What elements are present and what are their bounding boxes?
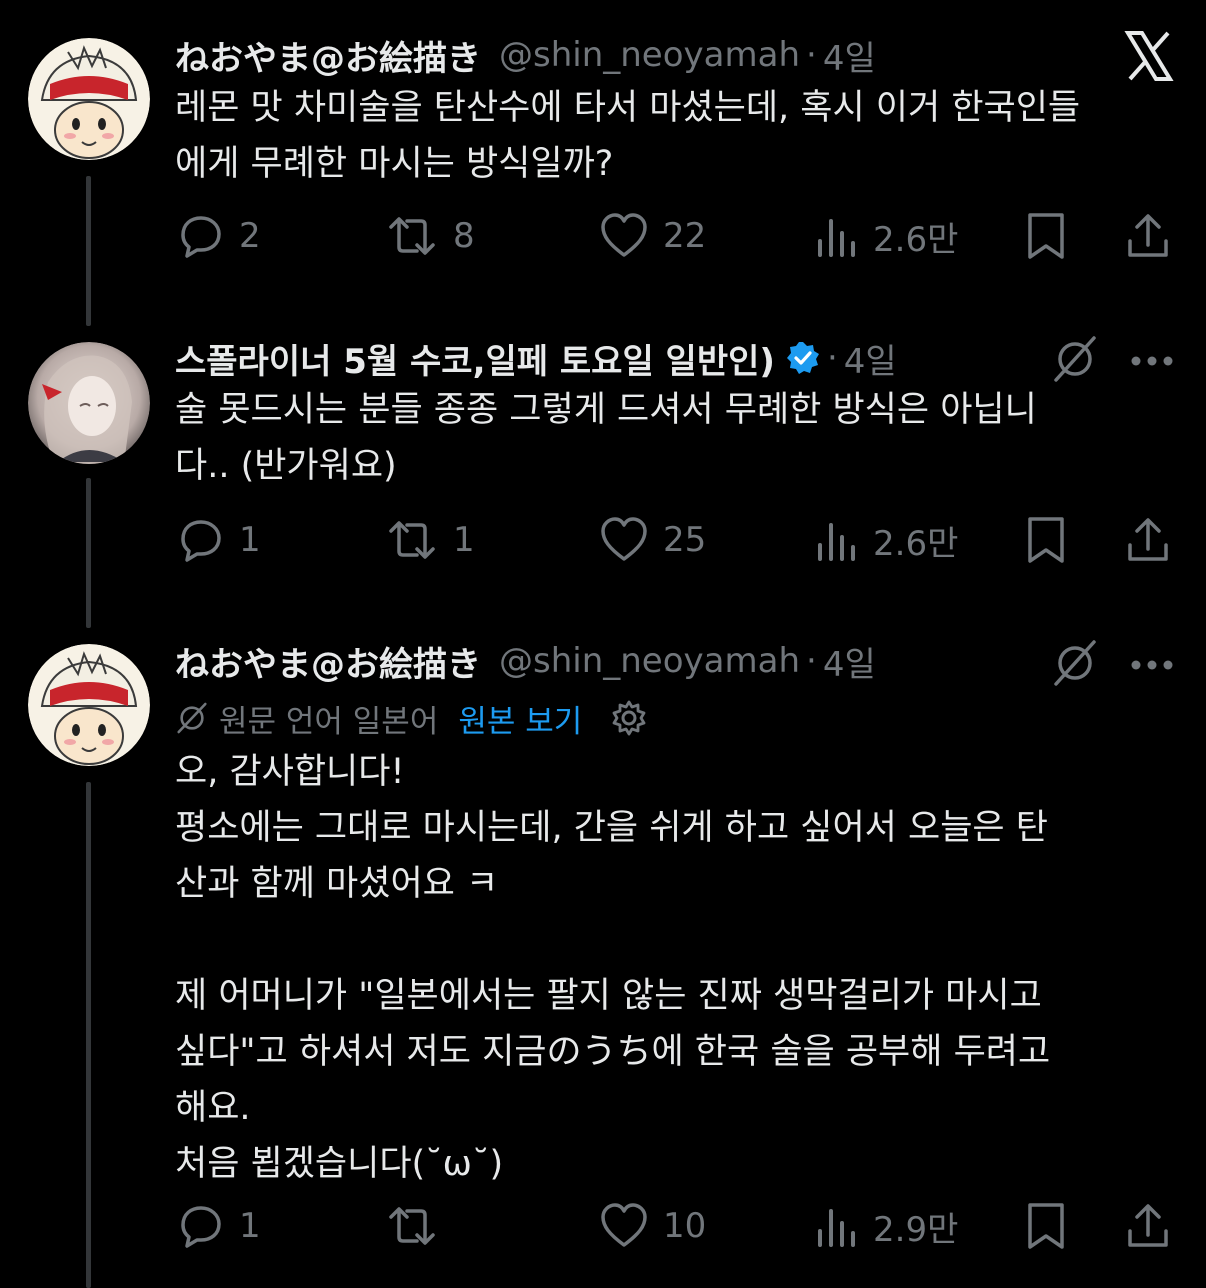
repost-button[interactable]: 1 [385,512,475,568]
views-button[interactable]: 2.9만 [815,1198,958,1254]
reply-icon [181,520,221,562]
reply-count: 1 [239,520,261,560]
like-count: 10 [663,1206,707,1246]
repost-count: 8 [453,216,475,256]
like-icon [601,213,647,257]
translation-notice: 원문 언어 일본어 원본 보기 [175,696,648,741]
thread-line [86,176,91,326]
like-icon [601,517,647,561]
translate-icon [177,702,207,734]
reply-button[interactable]: 1 [175,512,261,568]
share-icon [1128,214,1168,257]
like-icon [601,1203,647,1247]
reply-count: 1 [239,1206,261,1246]
separator: · [806,641,817,681]
thread-line [86,478,91,628]
more-icon[interactable] [1130,656,1174,675]
share-button[interactable] [1125,208,1171,264]
repost-icon [389,217,435,255]
bookmark-icon [1028,1203,1064,1249]
tweet-text: 레몬 맛 차미술을 탄산수에 타서 마셨는데, 혹시 이거 한국인들 에게 무례… [175,88,1081,184]
grok-icon[interactable] [1052,640,1098,690]
like-button[interactable]: 22 [599,208,706,264]
reply-button[interactable]: 1 [175,1198,261,1254]
gear-icon[interactable] [610,699,648,737]
separator: · [826,338,838,378]
repost-icon [389,521,435,559]
avatar[interactable] [28,644,150,766]
reply-icon [181,216,221,258]
tweet-text: 오, 감사합니다! 평소에는 그대로 마시는데, 간을 쉬게 하고 싶어서 오늘… [175,752,1051,1184]
like-button[interactable]: 25 [599,512,706,568]
like-button[interactable]: 10 [599,1198,706,1254]
reply-count: 2 [239,216,261,256]
like-count: 25 [663,520,707,560]
bookmark-button[interactable] [1025,1198,1067,1254]
user-handle[interactable]: @shin_neoyamah [499,641,800,681]
bookmark-icon [1028,517,1064,563]
action-bar: 1 1 25 2.6만 [175,512,1175,568]
share-icon [1128,1204,1168,1247]
bookmark-button[interactable] [1025,512,1067,568]
repost-button[interactable] [385,1198,453,1254]
tweet-header: ねおやま@お絵描き @shin_neoyamah · 4일 [175,31,876,80]
timestamp[interactable]: 4일 [823,31,876,80]
thread-line [86,782,91,1288]
action-bar: 2 8 22 2.6만 [175,208,1175,264]
bookmark-button[interactable] [1025,208,1067,264]
timestamp[interactable]: 4일 [844,334,897,383]
x-logo-icon[interactable] [1124,30,1174,86]
reply-icon [181,1206,221,1248]
separator: · [806,35,817,75]
tweet-header: ねおやま@お絵描き @shin_neoyamah · 4일 [175,637,876,686]
repost-icon [389,1207,435,1245]
translation-label: 원문 언어 일본어 [219,703,439,740]
timestamp[interactable]: 4일 [823,637,876,686]
display-name[interactable]: 스폴라이너 5월 수코,일페 토요일 일반인) [175,334,775,383]
views-count: 2.9만 [873,1209,959,1250]
share-button[interactable] [1125,512,1171,568]
views-icon [818,1209,855,1247]
tweet-text: 술 못드시는 분들 종종 그렇게 드셔서 무례한 방식은 아닙니 다.. (반가… [175,390,1037,486]
views-button[interactable]: 2.6만 [815,208,958,264]
action-bar: 1 10 2.9만 [175,1198,1175,1254]
share-button[interactable] [1125,1198,1171,1254]
user-handle[interactable]: @shin_neoyamah [499,35,800,75]
avatar[interactable] [28,342,150,464]
show-original-link[interactable]: 원본 보기 [458,696,582,741]
more-icon[interactable] [1130,352,1174,371]
views-count: 2.6만 [873,523,959,564]
reply-button[interactable]: 2 [175,208,261,264]
grok-icon[interactable] [1052,336,1098,386]
repost-count: 1 [453,520,475,560]
views-icon [818,219,855,257]
verified-badge-icon [786,342,819,374]
display-name[interactable]: ねおやま@お絵描き [175,31,481,80]
bookmark-icon [1028,213,1064,259]
views-button[interactable]: 2.6만 [815,512,958,568]
views-count: 2.6만 [873,219,959,260]
share-icon [1128,518,1168,561]
like-count: 22 [663,216,707,256]
avatar[interactable] [28,38,150,160]
views-icon [818,523,855,561]
repost-button[interactable]: 8 [385,208,475,264]
tweet-header: 스폴라이너 5월 수코,일페 토요일 일반인) · 4일 [175,334,897,383]
display-name[interactable]: ねおやま@お絵描き [175,637,481,686]
